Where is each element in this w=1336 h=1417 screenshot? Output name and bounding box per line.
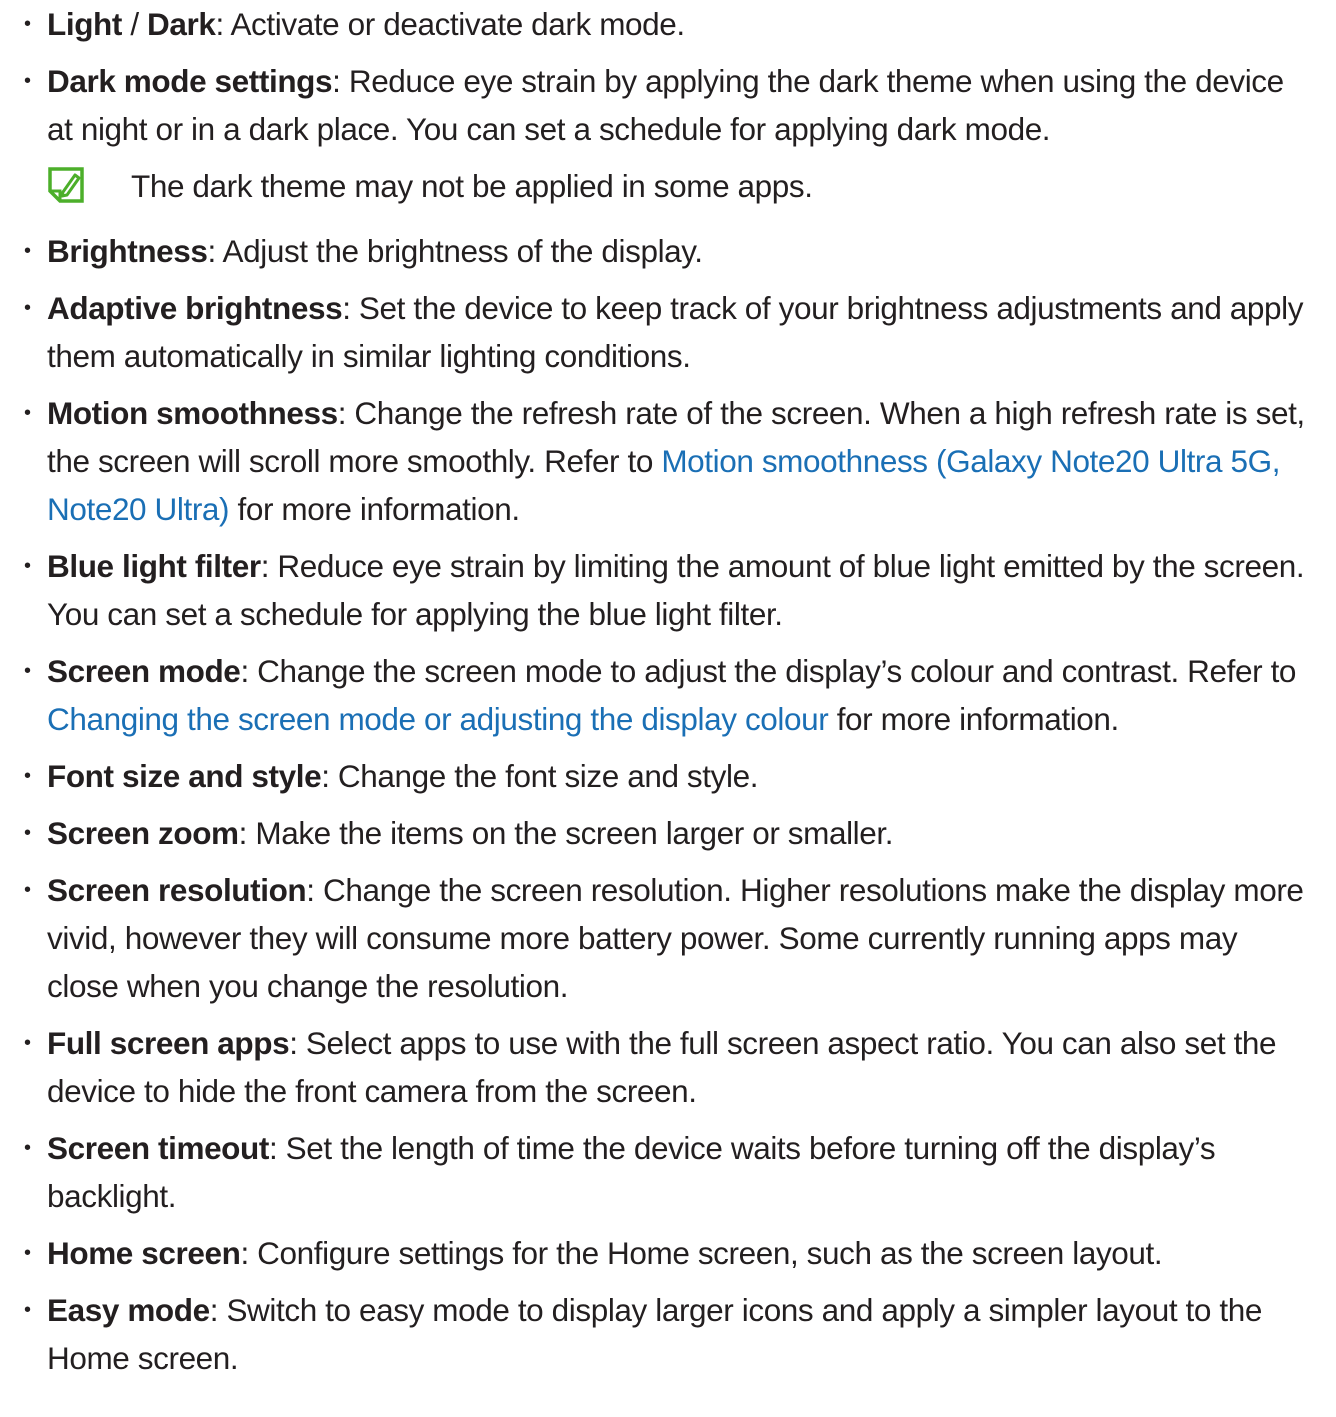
list-item-light-dark: • Light / Dark: Activate or deactivate d… (0, 0, 1336, 48)
note-pencil-icon (48, 167, 84, 203)
term: Home screen (47, 1235, 241, 1271)
item-description: : Change the screen mode to adjust the d… (240, 653, 1297, 689)
list-item-brightness: • Brightness: Adjust the brightness of t… (0, 227, 1336, 275)
item-description: : Activate or deactivate dark mode. (215, 6, 685, 42)
term: Screen timeout (47, 1130, 269, 1166)
item-description-after: for more information. (229, 491, 520, 527)
list-item-motion-smoothness: • Motion smoothness: Change the refresh … (0, 389, 1336, 533)
item-description: : Change the font size and style. (321, 758, 759, 794)
list-item-font-size-and-style: • Font size and style: Change the font s… (0, 752, 1336, 800)
term-dark: Dark (147, 6, 216, 42)
bullet: • (24, 70, 31, 92)
term: Full screen apps (47, 1025, 290, 1061)
note: The dark theme may not be applied in som… (0, 162, 1336, 210)
bullet: • (24, 1032, 31, 1054)
bullet: • (24, 660, 31, 682)
term: Screen mode (47, 653, 241, 689)
settings-list: • Light / Dark: Activate or deactivate d… (0, 0, 1336, 1391)
term: Easy mode (47, 1292, 210, 1328)
bullet: • (24, 240, 31, 262)
bullet: • (24, 1242, 31, 1264)
bullet: • (24, 1137, 31, 1159)
list-item-adaptive-brightness: • Adaptive brightness: Set the device to… (0, 284, 1336, 380)
bullet: • (24, 879, 31, 901)
term: Adaptive brightness (47, 290, 343, 326)
term-separator: / (121, 6, 148, 42)
list-item-screen-zoom: • Screen zoom: Make the items on the scr… (0, 809, 1336, 857)
term-light: Light (47, 6, 122, 42)
list-item-easy-mode: • Easy mode: Switch to easy mode to disp… (0, 1286, 1336, 1382)
term: Dark mode settings (47, 63, 333, 99)
term: Screen resolution (47, 872, 307, 908)
item-description-after: for more information. (828, 701, 1120, 737)
item-description: : Adjust the brightness of the display. (207, 233, 704, 269)
term: Screen zoom (47, 815, 239, 851)
bullet: • (24, 822, 31, 844)
bullet: • (24, 1299, 31, 1321)
bullet: • (24, 765, 31, 787)
term: Motion smoothness (47, 395, 338, 431)
item-description: : Make the items on the screen larger or… (238, 815, 894, 851)
bullet: • (24, 402, 31, 424)
term: Brightness (47, 233, 208, 269)
term: Font size and style (47, 758, 322, 794)
bullet: • (24, 555, 31, 577)
item-description: : Configure settings for the Home screen… (240, 1235, 1163, 1271)
list-item-dark-mode-settings: • Dark mode settings: Reduce eye strain … (0, 57, 1336, 153)
note-text: The dark theme may not be applied in som… (131, 168, 813, 204)
list-item-blue-light-filter: • Blue light filter: Reduce eye strain b… (0, 542, 1336, 638)
list-item-screen-resolution: • Screen resolution: Change the screen r… (0, 866, 1336, 1010)
screen-mode-link[interactable]: Changing the screen mode or adjusting th… (47, 701, 829, 737)
term: Blue light filter (47, 548, 261, 584)
list-item-screen-timeout: • Screen timeout: Set the length of time… (0, 1124, 1336, 1220)
list-item-home-screen: • Home screen: Configure settings for th… (0, 1229, 1336, 1277)
list-item-screen-mode: • Screen mode: Change the screen mode to… (0, 647, 1336, 743)
list-item-full-screen-apps: • Full screen apps: Select apps to use w… (0, 1019, 1336, 1115)
bullet: • (24, 13, 31, 35)
item-description: : Switch to easy mode to display larger … (47, 1292, 1262, 1376)
bullet: • (24, 297, 31, 319)
